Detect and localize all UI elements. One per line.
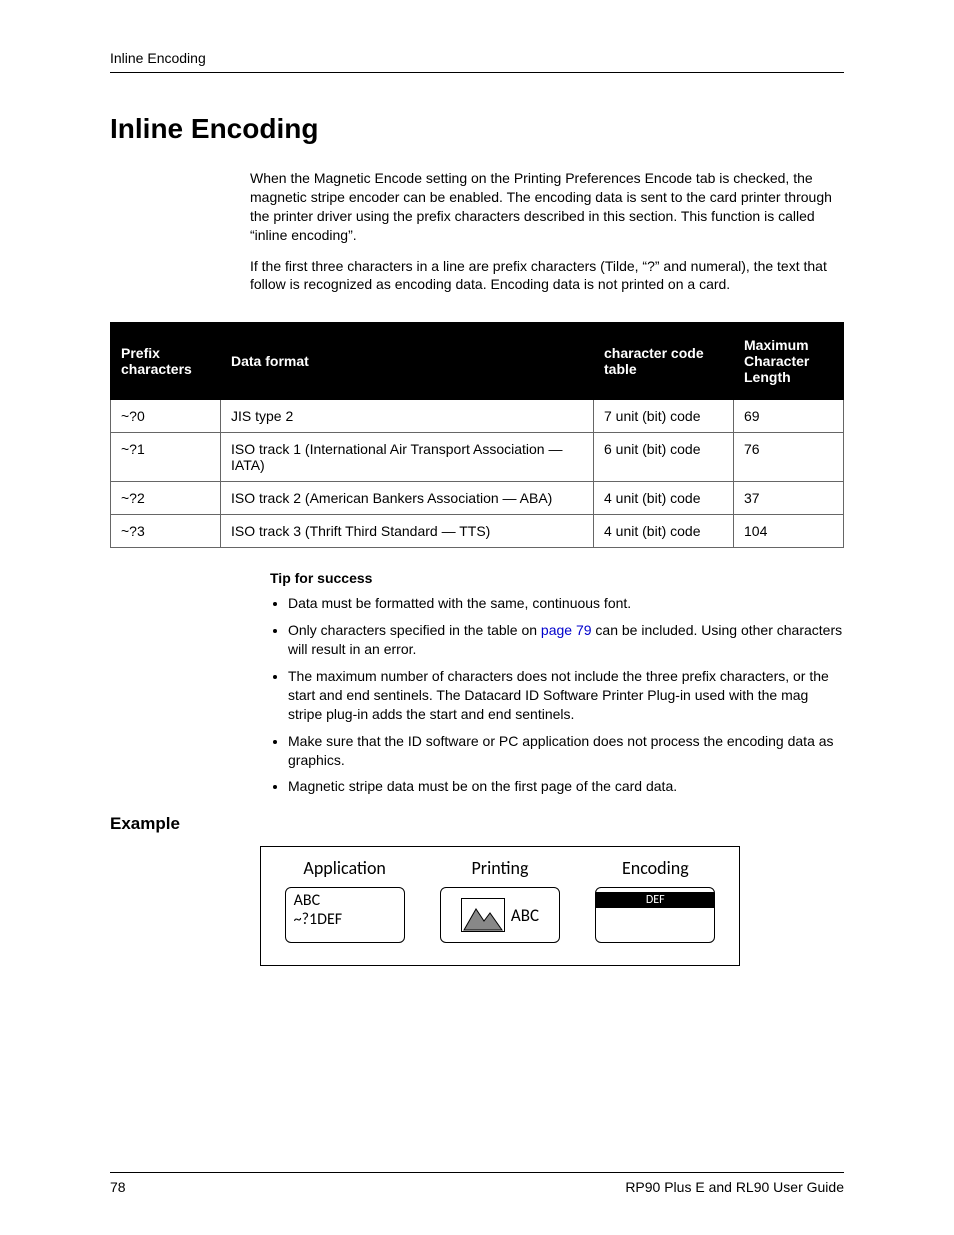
encoding-table: Prefix characters Data format character … [110, 322, 844, 548]
cell-code: 4 unit (bit) code [594, 482, 734, 515]
printing-card: ABC [440, 887, 560, 943]
cell-format: ISO track 1 (International Air Transport… [221, 433, 594, 482]
cell-code: 6 unit (bit) code [594, 433, 734, 482]
cell-prefix: ~?2 [111, 482, 221, 515]
cell-code: 4 unit (bit) code [594, 515, 734, 548]
example-diagram: Application ABC ~?1DEF Printing ABC [260, 846, 740, 966]
list-item: Data must be formatted with the same, co… [288, 594, 844, 613]
table-row: ~?0 JIS type 2 7 unit (bit) code 69 [111, 400, 844, 433]
list-item: Only characters specified in the table o… [288, 621, 844, 659]
diagram-label-encoding: Encoding [622, 857, 689, 879]
app-line-2: ~?1DEF [294, 911, 396, 929]
tip-text: Only characters specified in the table o… [288, 622, 541, 638]
table-row: ~?3 ISO track 3 (Thrift Third Standard —… [111, 515, 844, 548]
encoding-card: DEF [595, 887, 715, 943]
page-79-link[interactable]: page 79 [541, 622, 592, 638]
running-header: Inline Encoding [110, 50, 844, 73]
col-code: character code table [594, 323, 734, 400]
tips-block: Tip for success Data must be formatted w… [270, 570, 844, 796]
diagram-encoding-column: Encoding DEF [580, 857, 730, 943]
footer-title: RP90 Plus E and RL90 User Guide [625, 1179, 844, 1195]
col-prefix: Prefix characters [111, 323, 221, 400]
cell-prefix: ~?3 [111, 515, 221, 548]
list-item: Make sure that the ID software or PC app… [288, 732, 844, 770]
col-format: Data format [221, 323, 594, 400]
intro-paragraph-2: If the first three characters in a line … [250, 257, 844, 295]
cell-maxlen: 104 [734, 515, 844, 548]
print-text: ABC [511, 905, 539, 926]
mountain-icon [461, 898, 505, 932]
diagram-printing-column: Printing ABC [425, 857, 575, 943]
cell-prefix: ~?0 [111, 400, 221, 433]
cell-maxlen: 69 [734, 400, 844, 433]
cell-format: JIS type 2 [221, 400, 594, 433]
table-row: ~?2 ISO track 2 (American Bankers Associ… [111, 482, 844, 515]
cell-maxlen: 76 [734, 433, 844, 482]
diagram-label-printing: Printing [472, 857, 529, 879]
diagram-label-application: Application [303, 857, 386, 879]
tips-list: Data must be formatted with the same, co… [270, 594, 844, 796]
list-item: Magnetic stripe data must be on the firs… [288, 777, 844, 796]
page-footer: 78 RP90 Plus E and RL90 User Guide [110, 1172, 844, 1195]
page-number: 78 [110, 1179, 126, 1195]
application-card: ABC ~?1DEF [285, 887, 405, 943]
cell-code: 7 unit (bit) code [594, 400, 734, 433]
col-maxlen: Maximum Character Length [734, 323, 844, 400]
app-line-1: ABC [294, 892, 396, 910]
diagram-application-column: Application ABC ~?1DEF [270, 857, 420, 943]
section-title: Inline Encoding [110, 113, 844, 145]
list-item: The maximum number of characters does no… [288, 667, 844, 724]
cell-format: ISO track 3 (Thrift Third Standard — TTS… [221, 515, 594, 548]
magnetic-stripe: DEF [596, 892, 714, 908]
example-heading: Example [110, 814, 844, 834]
table-row: ~?1 ISO track 1 (International Air Trans… [111, 433, 844, 482]
cell-maxlen: 37 [734, 482, 844, 515]
table-header-row: Prefix characters Data format character … [111, 323, 844, 400]
intro-paragraph-1: When the Magnetic Encode setting on the … [250, 169, 844, 245]
cell-prefix: ~?1 [111, 433, 221, 482]
tips-heading: Tip for success [270, 570, 844, 586]
cell-format: ISO track 2 (American Bankers Associatio… [221, 482, 594, 515]
